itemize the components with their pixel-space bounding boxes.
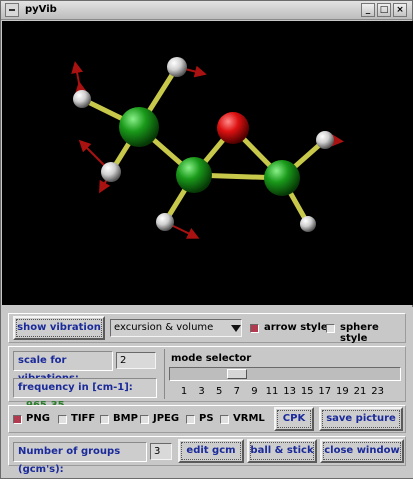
edit-gcm-button[interactable]: edit gcm xyxy=(178,439,244,463)
molecule-viewport[interactable] xyxy=(2,21,413,305)
hydrogen-atom xyxy=(101,162,121,182)
hydrogen-atom xyxy=(156,213,174,231)
display-options-row: show vibration excursion & volume arrow … xyxy=(8,313,406,344)
format-checkbox-ps[interactable] xyxy=(186,415,195,424)
chevron-down-icon[interactable] xyxy=(229,321,243,335)
format-label-ps: PS xyxy=(199,413,214,424)
mode-tick: 15 xyxy=(300,386,314,397)
ball-stick-button[interactable]: ball & stick xyxy=(247,439,317,463)
close-button[interactable]: × xyxy=(393,3,407,17)
carbon-atom xyxy=(264,160,300,196)
groups-input[interactable]: 3 xyxy=(150,443,172,460)
mode-tick: 11 xyxy=(265,386,279,397)
format-label-png: PNG xyxy=(26,413,50,424)
sphere-style-label: sphere style xyxy=(340,322,379,344)
arrow-style-checkbox[interactable] xyxy=(250,324,259,333)
cpk-button[interactable]: CPK xyxy=(274,407,314,431)
minimize-button[interactable]: _ xyxy=(361,3,375,17)
mode-tick: 1 xyxy=(180,386,188,397)
mode-tick: 23 xyxy=(371,386,384,397)
mode-selector-slider[interactable] xyxy=(169,367,401,381)
hydrogen-atom xyxy=(300,216,316,232)
groups-label: Number of groups (gcm's): xyxy=(13,442,147,475)
mode-tick: 3 xyxy=(198,386,205,397)
groups-row: Number of groups (gcm's): 3 edit gcm bal… xyxy=(8,436,406,475)
mode-tick: 9 xyxy=(251,386,258,397)
format-label-bmp: BMP xyxy=(113,413,138,424)
save-picture-button[interactable]: save picture xyxy=(319,407,403,431)
mode-tick: 5 xyxy=(216,386,223,397)
molecule-render[interactable] xyxy=(2,21,413,305)
format-label-vrml: VRML xyxy=(233,413,265,424)
mode-selector-thumb[interactable] xyxy=(227,369,247,379)
pyvib-window: pyVib _ □ × show vibration excursion & v… xyxy=(0,0,413,479)
format-label-tiff: TIFF xyxy=(71,413,96,424)
carbon-atom xyxy=(176,157,212,193)
show-vibration-button[interactable]: show vibration xyxy=(13,316,105,340)
control-panel: show vibration excursion & volume arrow … xyxy=(2,307,413,478)
maximize-button[interactable]: □ xyxy=(377,3,391,17)
mode-selector-label: mode selector xyxy=(171,353,252,364)
hydrogen-atom xyxy=(73,90,91,108)
hydrogen-atom xyxy=(316,131,334,149)
sphere-style-checkbox[interactable] xyxy=(326,324,335,333)
mode-tick: 17 xyxy=(318,386,332,397)
format-checkbox-vrml[interactable] xyxy=(220,415,229,424)
format-label-jpeg: JPEG xyxy=(153,413,180,424)
export-row: PNG TIFF BMP JPEG PS VRML CPK save picture xyxy=(8,405,406,433)
mode-tick: 19 xyxy=(336,386,349,397)
frequency-label: frequency in [cm-1]: xyxy=(18,382,133,393)
display-mode-value: excursion & volume xyxy=(114,322,214,333)
mode-tick: 21 xyxy=(353,386,367,397)
title-bar[interactable]: pyVib _ □ × xyxy=(1,1,412,20)
oxygen-atom xyxy=(217,112,249,144)
scale-input[interactable]: 2 xyxy=(116,352,156,369)
arrow-style-label: arrow style xyxy=(264,322,328,333)
display-mode-dropdown[interactable]: excursion & volume xyxy=(110,319,242,337)
hydrogen-atom xyxy=(167,57,187,77)
window-title: pyVib xyxy=(25,4,57,15)
carbon-atom xyxy=(119,107,159,147)
divider xyxy=(164,349,165,399)
format-checkbox-tiff[interactable] xyxy=(58,415,67,424)
format-checkbox-jpeg[interactable] xyxy=(140,415,149,424)
scale-label: scale for vibrations: xyxy=(13,351,113,384)
format-checkbox-png[interactable] xyxy=(13,415,22,424)
close-window-button[interactable]: close window xyxy=(320,439,404,463)
window-menu-icon[interactable] xyxy=(5,3,19,17)
format-checkbox-bmp[interactable] xyxy=(100,415,109,424)
frequency-box: frequency in [cm-1]: 965.35 xyxy=(13,378,157,411)
mode-tick: 7 xyxy=(233,386,240,397)
bonds xyxy=(79,64,328,227)
mode-tick: 13 xyxy=(283,386,296,397)
vibration-settings-row: scale for vibrations: 2 frequency in [cm… xyxy=(8,346,406,411)
